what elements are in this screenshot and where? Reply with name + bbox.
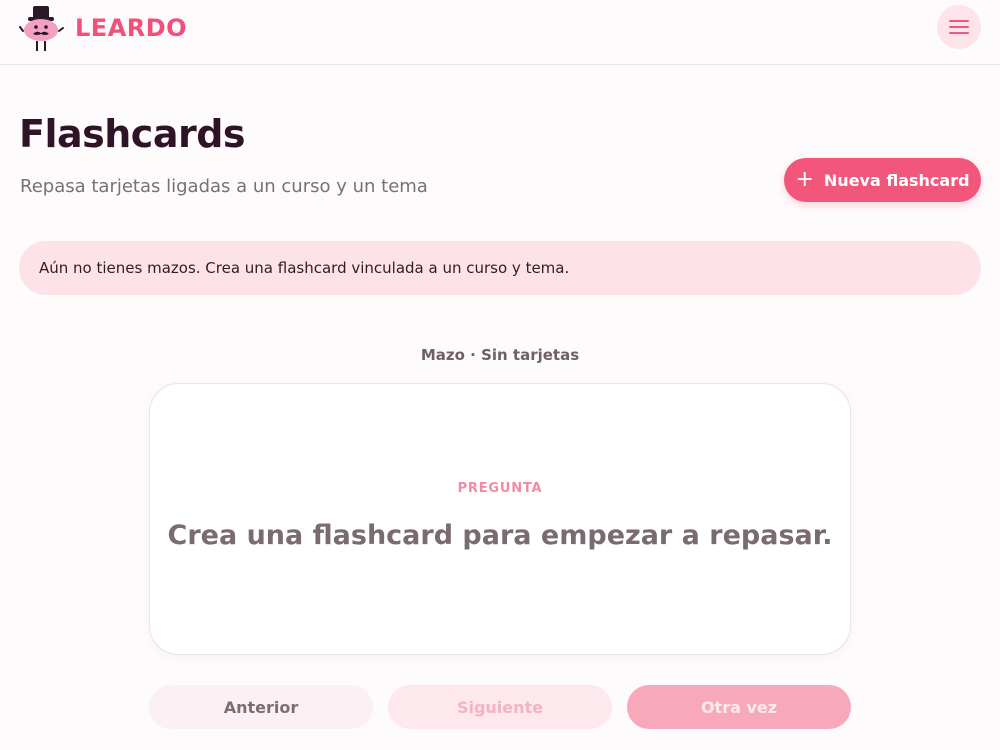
menu-button[interactable]: [937, 5, 981, 49]
previous-button[interactable]: Anterior: [149, 685, 373, 729]
top-bar: LEARDO: [0, 0, 1000, 65]
flashcard[interactable]: PREGUNTA Crea una flashcard para empezar…: [149, 383, 851, 655]
page-subtitle: Repasa tarjetas ligadas a un curso y un …: [20, 176, 428, 197]
empty-decks-alert: Aún no tienes mazos. Crea una flashcard …: [19, 241, 981, 295]
again-button[interactable]: Otra vez: [627, 685, 851, 729]
next-button[interactable]: Siguiente: [388, 685, 612, 729]
new-flashcard-label: Nueva flashcard: [823, 170, 970, 190]
brand-logo[interactable]: LEARDO: [19, 4, 187, 52]
new-flashcard-button[interactable]: + Nueva flashcard: [784, 158, 981, 202]
mascot-logo-icon: [19, 4, 65, 52]
plus-icon: +: [795, 167, 814, 192]
card-kicker: PREGUNTA: [457, 481, 543, 496]
hamburger-menu-icon: [949, 19, 969, 35]
alert-message: Aún no tienes mazos. Crea una flashcard …: [39, 259, 570, 277]
brand-name: LEARDO: [75, 14, 188, 42]
page-title: Flashcards: [19, 112, 246, 156]
deck-label: Mazo · Sin tarjetas: [420, 346, 580, 364]
card-question: Crea una flashcard para empezar a repasa…: [167, 520, 833, 551]
